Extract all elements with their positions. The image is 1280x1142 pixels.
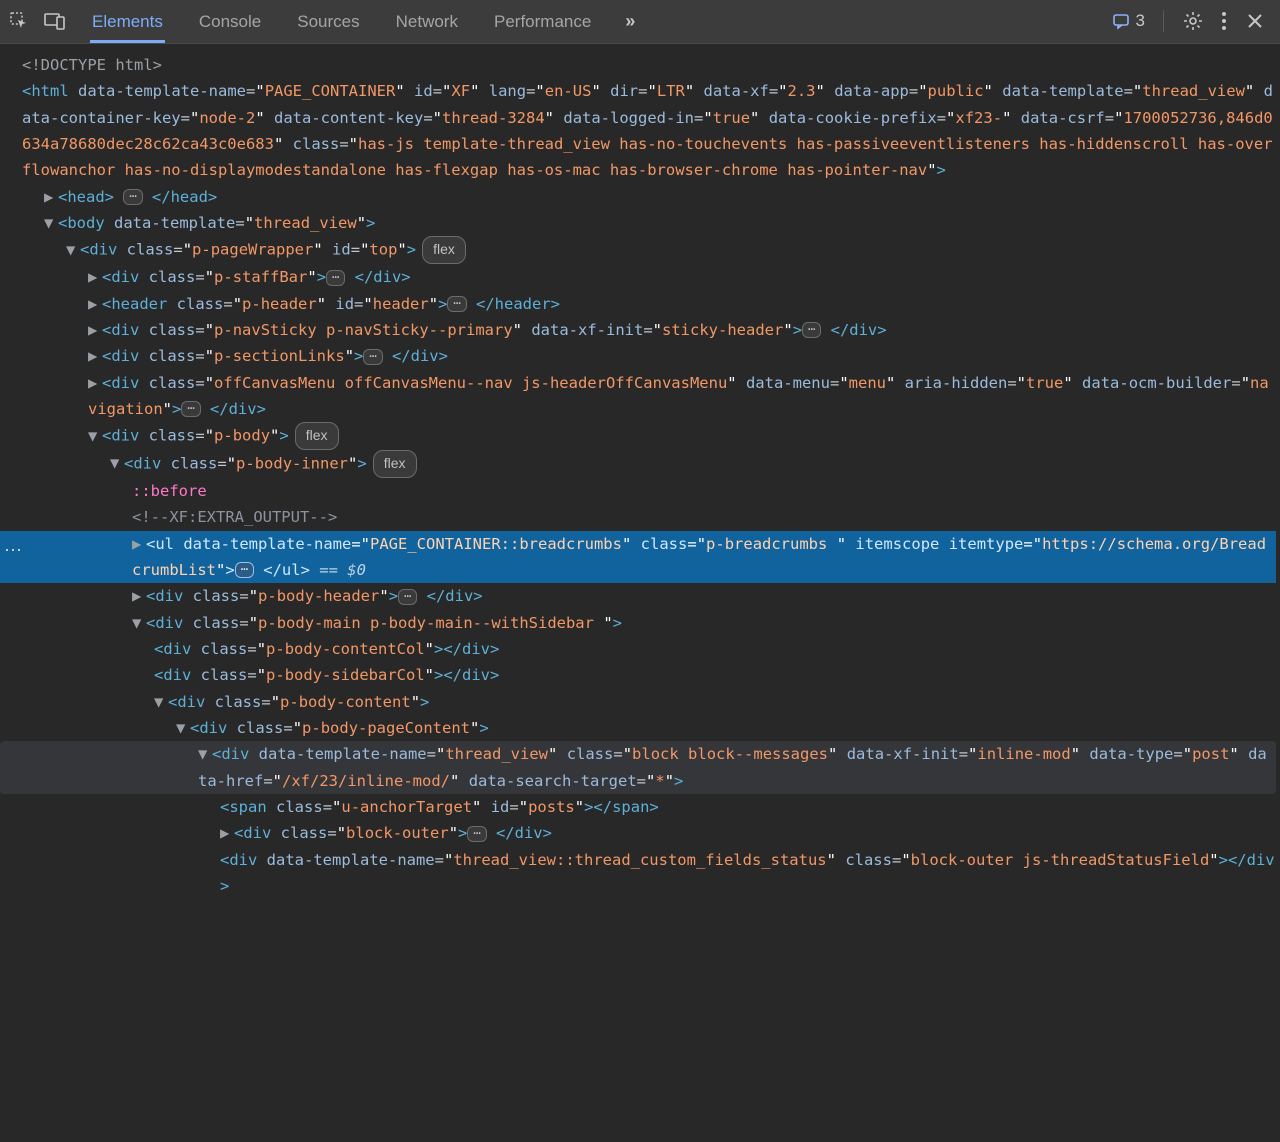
head-node[interactable]: ▶<head> ⋯ </head> bbox=[22, 184, 1276, 210]
offcanvas-node[interactable]: ▶<div class="offCanvasMenu offCanvasMenu… bbox=[22, 370, 1276, 423]
staffbar-node[interactable]: ▶<div class="p-staffBar">⋯ </div> bbox=[22, 264, 1276, 290]
gear-icon[interactable] bbox=[1182, 10, 1204, 32]
pbodyinner-node[interactable]: ▼<div class="p-body-inner">flex bbox=[22, 450, 1276, 478]
tab-performance[interactable]: Performance bbox=[492, 0, 593, 43]
html-open-tag[interactable]: <html data-template-name="PAGE_CONTAINER… bbox=[22, 78, 1276, 183]
console-messages-button[interactable]: 3 bbox=[1112, 7, 1145, 36]
pseudo-before[interactable]: ::before bbox=[22, 478, 1276, 504]
xf-comment[interactable]: <!--XF:EXTRA_OUTPUT--> bbox=[22, 504, 1276, 530]
doctype-node[interactable]: <!DOCTYPE html> bbox=[22, 52, 1276, 78]
tabs-overflow-icon[interactable]: » bbox=[625, 6, 637, 37]
flex-badge[interactable]: flex bbox=[422, 236, 466, 264]
ellipsis-icon[interactable]: ⋯ bbox=[447, 296, 466, 312]
tab-sources[interactable]: Sources bbox=[295, 0, 361, 43]
pbody-node[interactable]: ▼<div class="p-body">flex bbox=[22, 422, 1276, 450]
ellipsis-icon[interactable]: ⋯ bbox=[467, 826, 486, 842]
navsticky-node[interactable]: ▶<div class="p-navSticky p-navSticky--pr… bbox=[22, 317, 1276, 343]
blockouter-node[interactable]: ▶<div class="block-outer">⋯ </div> bbox=[22, 820, 1276, 846]
elements-dom-tree[interactable]: <!DOCTYPE html> <html data-template-name… bbox=[0, 44, 1280, 911]
tab-network[interactable]: Network bbox=[394, 0, 460, 43]
ellipsis-icon[interactable]: ⋯ bbox=[802, 322, 821, 338]
hovered-node[interactable]: ▼<div data-template-name="thread_view" c… bbox=[0, 741, 1276, 794]
sidebarcol-node[interactable]: <div class="p-body-sidebarCol"></div> bbox=[22, 662, 1276, 688]
tab-console[interactable]: Console bbox=[197, 0, 263, 43]
ellipsis-icon[interactable]: ⋯ bbox=[363, 349, 382, 365]
pbodymain-node[interactable]: ▼<div class="p-body-main p-body-main--wi… bbox=[22, 610, 1276, 636]
devtools-toolbar: Elements Console Sources Network Perform… bbox=[0, 0, 1280, 44]
selected-node[interactable]: ⋯ ▶<ul data-template-name="PAGE_CONTAINE… bbox=[0, 531, 1276, 584]
flex-badge[interactable]: flex bbox=[373, 450, 417, 478]
toolbar-separator bbox=[1163, 10, 1164, 32]
inspect-icon[interactable] bbox=[8, 10, 30, 32]
tab-elements[interactable]: Elements bbox=[90, 0, 165, 43]
statusfields-node[interactable]: <div data-template-name="thread_view::th… bbox=[22, 847, 1276, 900]
ellipsis-icon[interactable]: ⋯ bbox=[398, 589, 417, 605]
sectionlinks-node[interactable]: ▶<div class="p-sectionLinks">⋯ </div> bbox=[22, 343, 1276, 369]
ellipsis-icon[interactable]: ⋯ bbox=[123, 189, 142, 205]
device-toggle-icon[interactable] bbox=[44, 10, 66, 32]
console-messages-count: 3 bbox=[1136, 7, 1145, 36]
ellipsis-icon[interactable]: ⋯ bbox=[326, 270, 345, 286]
close-icon[interactable] bbox=[1244, 10, 1266, 32]
header-node[interactable]: ▶<header class="p-header" id="header">⋯ … bbox=[22, 291, 1276, 317]
pagewrapper-node[interactable]: ▼<div class="p-pageWrapper" id="top">fle… bbox=[22, 236, 1276, 264]
kebab-menu-icon[interactable] bbox=[1222, 12, 1226, 30]
bodycontent-node[interactable]: ▼<div class="p-body-content"> bbox=[22, 689, 1276, 715]
pbodyheader-node[interactable]: ▶<div class="p-body-header">⋯ </div> bbox=[22, 583, 1276, 609]
flex-badge[interactable]: flex bbox=[295, 422, 339, 450]
gutter-menu-icon[interactable]: ⋯ bbox=[4, 535, 23, 566]
contentcol-node[interactable]: <div class="p-body-contentCol"></div> bbox=[22, 636, 1276, 662]
anchorspan-node[interactable]: <span class="u-anchorTarget" id="posts">… bbox=[22, 794, 1276, 820]
body-open-tag[interactable]: ▼<body data-template="thread_view"> bbox=[22, 210, 1276, 236]
panel-tabs: Elements Console Sources Network Perform… bbox=[90, 0, 637, 43]
pagecontent-node[interactable]: ▼<div class="p-body-pageContent"> bbox=[22, 715, 1276, 741]
